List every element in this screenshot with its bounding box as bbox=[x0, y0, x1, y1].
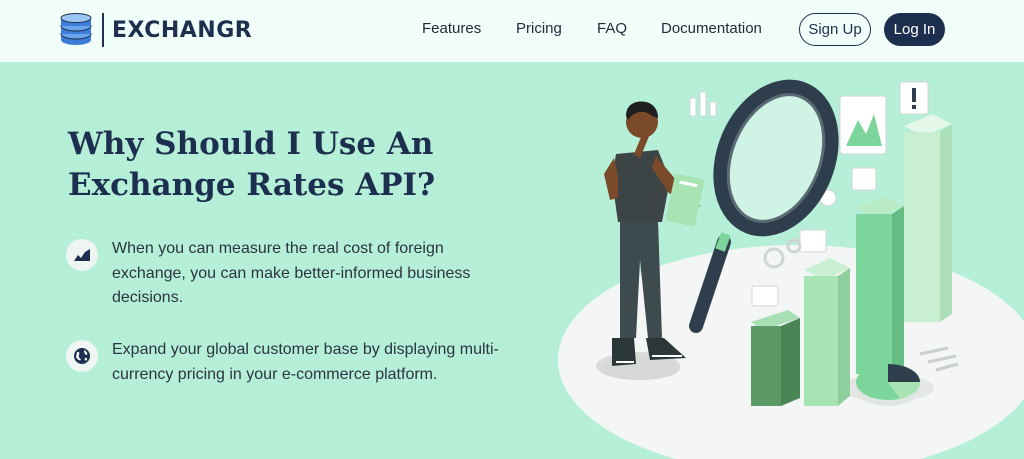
sign-up-button[interactable]: Sign Up bbox=[799, 13, 871, 46]
alert-card-graphic bbox=[899, 81, 929, 115]
brand-name: EXCHANGR bbox=[112, 17, 253, 43]
nav-link-faq[interactable]: FAQ bbox=[597, 20, 627, 37]
nav-link-features[interactable]: Features bbox=[422, 20, 481, 37]
nav-link-pricing[interactable]: Pricing bbox=[516, 20, 562, 37]
feature-item: Expand your global customer base by disp… bbox=[66, 338, 526, 387]
feature-item: When you can measure the real cost of fo… bbox=[66, 237, 526, 311]
feature-text: Expand your global customer base by disp… bbox=[112, 341, 499, 383]
hero-headline: Why Should I Use An Exchange Rates API? bbox=[68, 126, 436, 203]
analysis-magnifier-illustration bbox=[558, 79, 1024, 459]
log-in-button[interactable]: Log In bbox=[884, 13, 945, 46]
coin-stack-icon bbox=[60, 13, 92, 45]
chart-card-graphic bbox=[839, 95, 887, 155]
feature-text: When you can measure the real cost of fo… bbox=[112, 240, 471, 306]
nav-link-documentation[interactable]: Documentation bbox=[661, 20, 762, 37]
navbar: EXCHANGR Features Pricing FAQ Documentat… bbox=[0, 0, 1024, 62]
pie-chart-graphic bbox=[856, 364, 921, 406]
rising-chart-icon bbox=[66, 239, 98, 271]
mini-bars-graphic bbox=[689, 91, 717, 117]
globe-icon bbox=[66, 340, 98, 372]
brand-logo[interactable]: EXCHANGR bbox=[58, 10, 252, 50]
logo-divider bbox=[102, 13, 104, 47]
